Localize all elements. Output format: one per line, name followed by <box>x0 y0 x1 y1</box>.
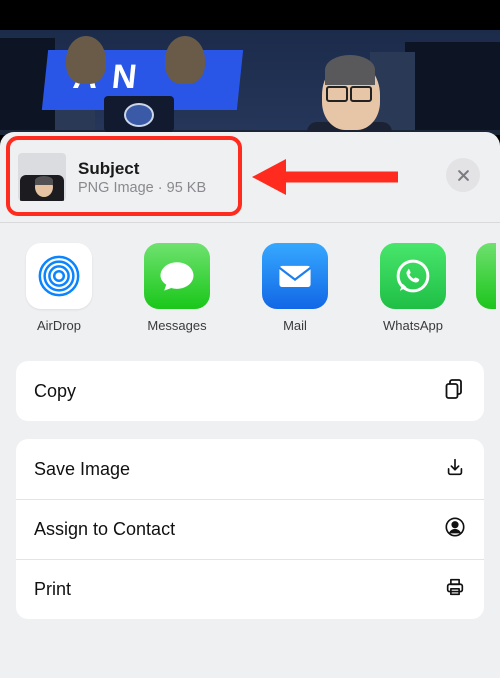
share-item-thumbnail <box>18 153 66 201</box>
share-app-mail[interactable]: Mail <box>236 243 354 333</box>
action-label: Print <box>34 579 71 600</box>
action-group-copy: Copy <box>16 361 484 421</box>
action-label: Save Image <box>34 459 130 480</box>
action-copy[interactable]: Copy <box>16 361 484 421</box>
share-sheet: Subject PNG Image · 95 KB AirDrop Messag… <box>0 132 500 678</box>
messages-icon <box>155 254 199 298</box>
share-apps-row: AirDrop Messages Mail WhatsApp <box>0 223 500 343</box>
action-label: Copy <box>34 381 76 402</box>
action-save-image[interactable]: Save Image <box>16 439 484 499</box>
action-group-more: Save Image Assign to Contact Print <box>16 439 484 619</box>
close-icon <box>456 168 471 183</box>
whatsapp-icon <box>392 255 434 297</box>
action-assign-to-contact[interactable]: Assign to Contact <box>16 499 484 559</box>
share-item-title: Subject <box>78 159 206 179</box>
download-icon <box>444 456 466 483</box>
share-app-label: WhatsApp <box>383 318 443 333</box>
airdrop-icon <box>36 253 82 299</box>
share-app-messages[interactable]: Messages <box>118 243 236 333</box>
share-app-overflow[interactable] <box>472 243 500 333</box>
copy-icon <box>442 377 466 406</box>
action-label: Assign to Contact <box>34 519 175 540</box>
background-video-still: A N <box>0 0 500 135</box>
print-icon <box>444 576 466 603</box>
share-app-label: Mail <box>283 318 307 333</box>
mail-icon <box>273 254 317 298</box>
close-button[interactable] <box>446 158 480 192</box>
share-sheet-header: Subject PNG Image · 95 KB <box>0 132 500 222</box>
contact-icon <box>444 516 466 543</box>
share-app-whatsapp[interactable]: WhatsApp <box>354 243 472 333</box>
share-item-subtitle: PNG Image · 95 KB <box>78 180 206 196</box>
action-print[interactable]: Print <box>16 559 484 619</box>
share-app-label: AirDrop <box>37 318 81 333</box>
share-app-label: Messages <box>147 318 206 333</box>
share-app-airdrop[interactable]: AirDrop <box>0 243 118 333</box>
